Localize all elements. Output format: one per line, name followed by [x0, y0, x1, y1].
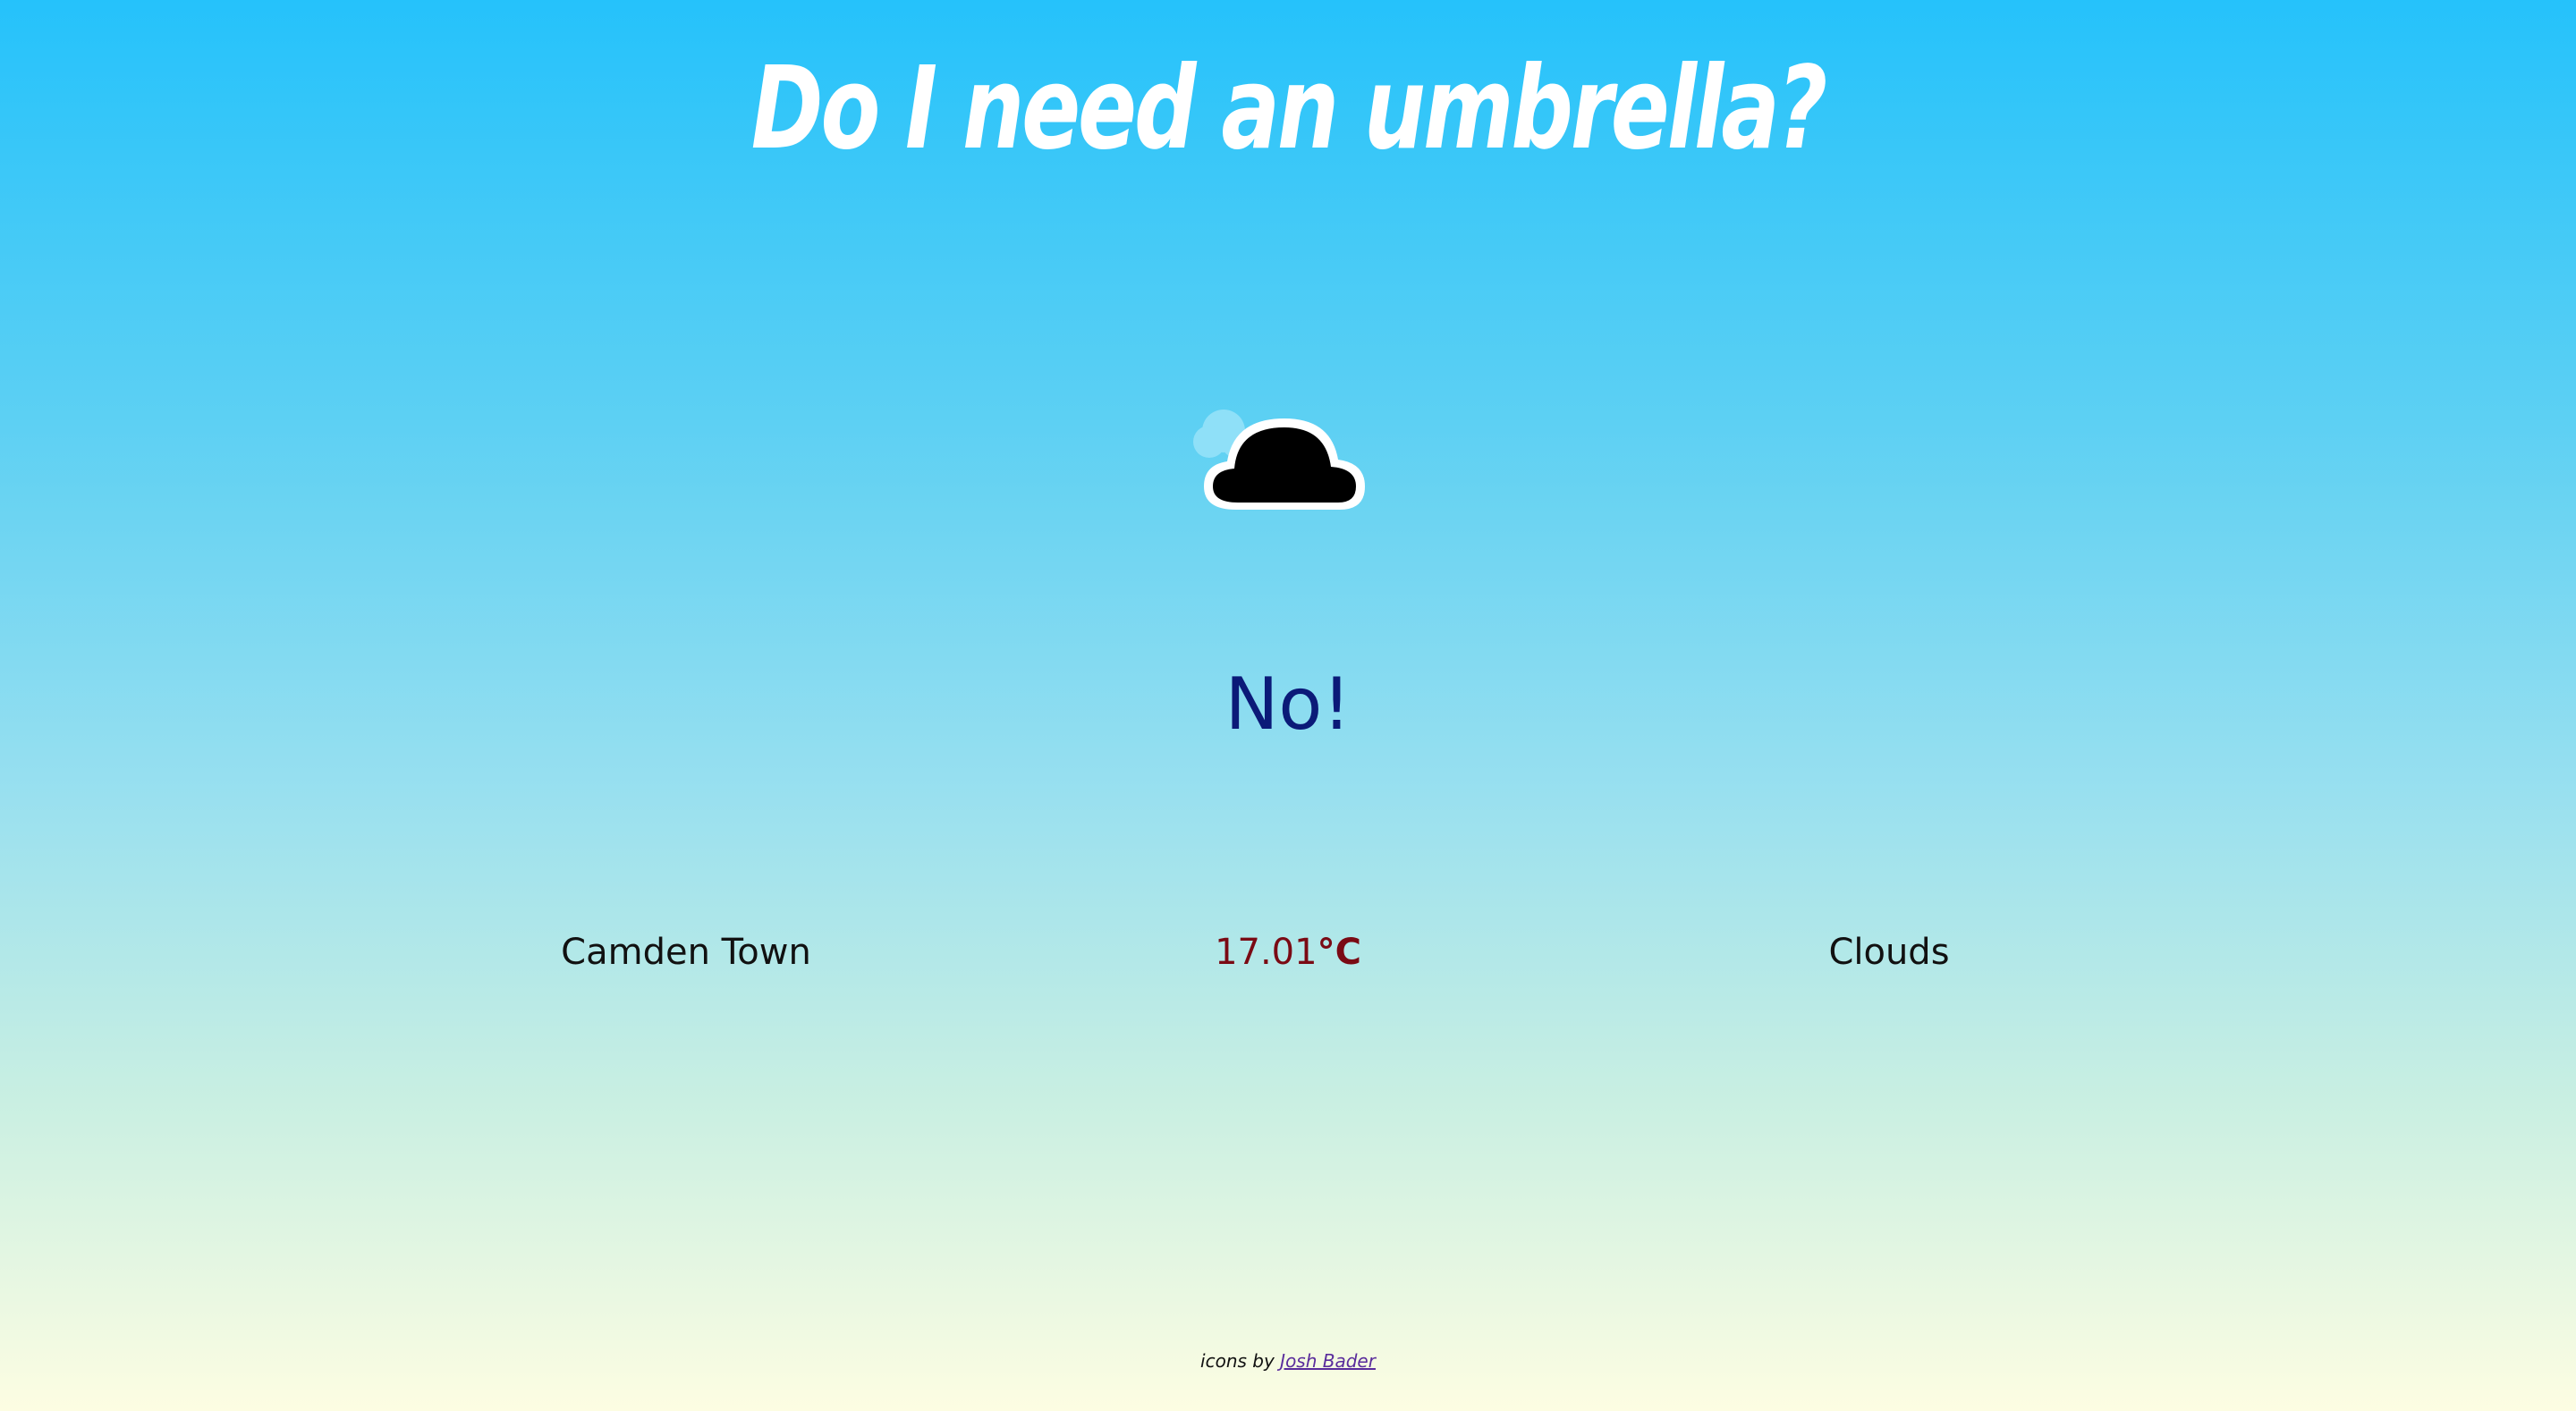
temperature-reading: 17.01°C: [1020, 930, 1556, 975]
location-text: Camden Town: [561, 932, 811, 973]
credit-link[interactable]: Josh Bader: [1280, 1350, 1376, 1372]
cloud-icon: [1193, 410, 1365, 510]
temperature-unit: °C: [1317, 932, 1361, 973]
credit-prefix: icons by: [1200, 1350, 1275, 1372]
temperature-value: 17.01: [1215, 932, 1318, 973]
icon-credit: icons by Josh Bader: [0, 1350, 2576, 1372]
umbrella-answer: No!: [1224, 663, 1352, 746]
weather-condition: Clouds: [1828, 932, 1950, 973]
page-title: Do I need an umbrella?: [750, 43, 1827, 175]
